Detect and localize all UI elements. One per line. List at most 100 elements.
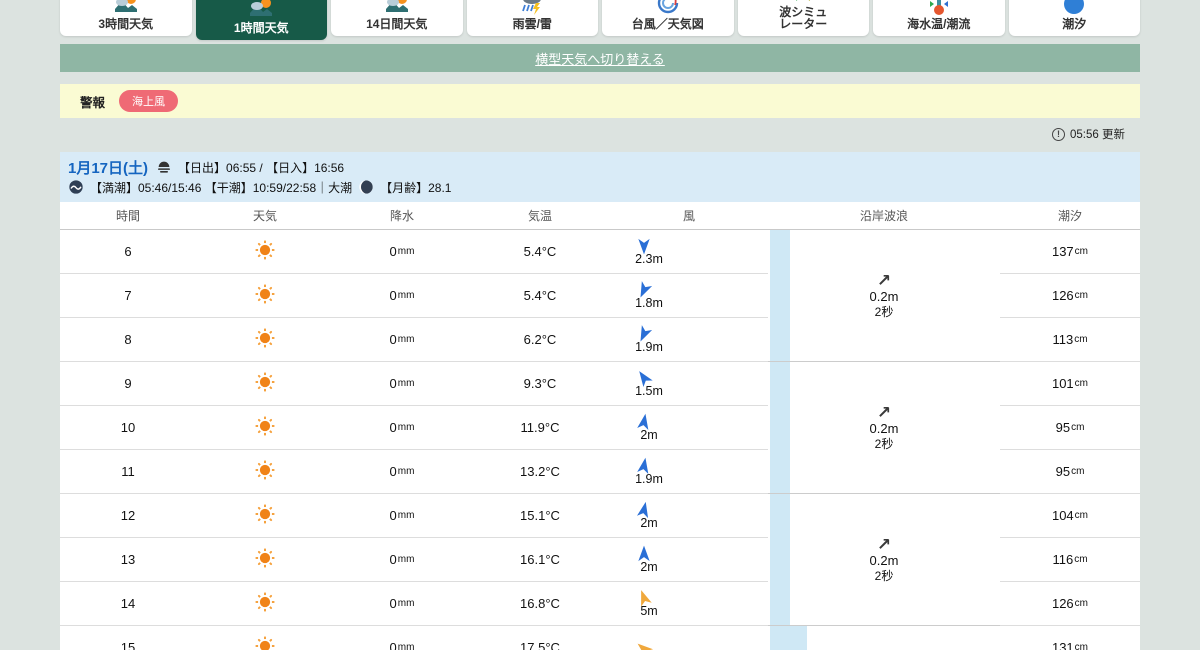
tab-label: 台風／天気図 [631,17,704,32]
wind-cell: 2m [610,500,768,531]
tab-typhoon-4[interactable]: 台風／天気図 [602,0,734,36]
table-row: 14 0 mm 16.8°C 5m [60,582,768,626]
tab-label: 雨雲/雷 [512,17,552,32]
tab-sun-cloud-2[interactable]: 14日間天気 [331,0,463,36]
precipitation-cell: 0 mm [389,244,415,259]
sun-cloud-icon [248,0,274,21]
sunny-icon [254,415,276,440]
hour-cell: 9 [124,376,132,391]
wave-direction-arrow-icon: ↗ [876,403,892,422]
wind-cell: 1.9m [610,456,768,487]
warning-bar: 警報 海上風 [60,84,1140,118]
switch-view-bar: 横型天気へ切り替える [60,44,1140,72]
wave-period: 2秒 [874,304,894,319]
hour-cell: 13 [120,552,136,567]
tab-label: 3時間天気 [98,17,154,32]
temperature-cell: 9.3°C [523,376,557,391]
table-row: 6 0 mm 5.4°C 2.3m [60,230,768,274]
weather-cell [196,459,334,484]
weather-cell [196,415,334,440]
updated-time: 05:56 更新 [1070,129,1125,141]
wind-direction-arrow-icon [634,544,654,564]
hour-cell: 14 [120,596,136,611]
wave-period: 2秒 [874,436,894,451]
tide-cell: 116 cm [1000,538,1140,582]
wave-direction-arrow-icon: ↗ [876,271,892,290]
moon-age-text: 【月齢】28.1 [380,180,452,195]
tab-label: 1時間天気 [233,21,289,36]
sea-wind-warning-badge[interactable]: 海上風 [119,90,179,112]
coastal-wave-cell: ↗ 0.2m 2秒 [768,362,1000,494]
tide-cell: 104 cm [1000,494,1140,538]
hour-cell: 12 [120,508,136,523]
precipitation-cell: 0 mm [389,552,415,567]
wind-cell: 2m [610,412,768,443]
sunny-icon [254,547,276,572]
coastal-wave-cell: ↗ 0.2m 2秒 [768,494,1000,626]
precipitation-cell: 0 mm [389,420,415,435]
col-header-precipitation: 降水 [389,209,414,223]
tab-wave-simulator-5[interactable]: 波シミュ レーター [737,0,869,36]
tab-rain-lightning-3[interactable]: 雨雲/雷 [466,0,598,36]
tide-cell: 95 cm [1000,450,1140,494]
precipitation-cell: 0 mm [389,464,415,479]
temperature-cell: 5.4°C [523,244,557,259]
temperature-cell: 15.1°C [520,508,560,523]
precipitation-cell: 0 mm [389,640,415,650]
coastal-wave-cell: ↗ 0.2m 2秒 [768,230,1000,362]
table-row: 12 0 mm 15.1°C 2m [60,494,768,538]
wind-direction-arrow-icon [634,588,654,608]
hour-cell: 11 [121,464,135,479]
wind-cell: 2.3m [610,236,768,267]
wave-height: 0.2m [869,289,899,304]
wave-height: 0.2m [869,421,899,436]
temperature-cell: 16.8°C [520,596,560,611]
wind-cell: 2m [610,544,768,575]
wind-cell: 1.9m [610,324,768,355]
date-label: 1月17日(土) [68,159,149,177]
wind-direction-arrow-icon [634,456,654,476]
tab-label: 14日間天気 [366,17,428,32]
tab-label: 波シミュ レーター [779,4,828,32]
weather-cell [196,283,334,308]
wind-cell: 1.8m [610,280,768,311]
sunrise-sunset-text: 【日出】06:55 / 【日入】16:56 [178,160,345,175]
forecast-table-body: 6 0 mm 5.4°C 2.3m 7 0 mm 5.4°C 1.8m 8 0 mm 6.2°C 1.9m 9… [60,230,1140,650]
rain-lightning-icon [519,0,545,17]
tab-sun-cloud-0[interactable]: 3時間天気 [60,0,192,36]
col-header-coastal-waves: 沿岸波浪 [859,209,908,223]
hour-cell: 8 [124,332,132,347]
wind-direction-arrow-icon [634,280,654,300]
temperature-cell: 13.2°C [520,464,560,479]
weather-cell [196,503,334,528]
wind-direction-arrow-icon [634,639,654,650]
tide-cell: 101 cm [1000,362,1140,406]
temperature-cell: 17.5°C [520,640,560,650]
tab-sun-cloud-1[interactable]: 1時間天気 [195,0,327,40]
tab-sea-temp-6[interactable]: 海水温/潮流 [873,0,1005,36]
hour-cell: 10 [120,420,136,435]
sunny-icon [254,459,276,484]
temperature-cell: 5.4°C [523,288,557,303]
wind-direction-arrow-icon [634,500,654,520]
tide-icon [1061,0,1087,17]
sea-temp-icon [926,0,952,17]
tab-tide-7[interactable]: 潮汐 [1008,0,1140,36]
wind-direction-arrow-icon [634,324,654,344]
switch-to-horizontal-link[interactable]: 横型天気へ切り替える [535,49,665,68]
hour-cell: 7 [124,288,132,303]
hour-cell: 6 [124,244,132,259]
weather-cell [196,547,334,572]
table-row: 11 0 mm 13.2°C 1.9m [60,450,768,494]
sunrise-icon [156,159,172,175]
sunny-icon [254,591,276,616]
wave-period: 2秒 [874,568,894,583]
sunny-icon [254,327,276,352]
wind-cell [610,639,768,650]
wave-direction-arrow-icon: ↗ [876,535,892,554]
weather-cell [196,327,334,352]
table-row: 15 0 mm 17.5°C [60,626,768,650]
tide-times-text: 【満潮】05:46/15:46 【干潮】10:59/22:58｜大潮 [90,180,353,195]
coastal-wave-cell [768,626,1000,650]
precipitation-cell: 0 mm [389,376,415,391]
